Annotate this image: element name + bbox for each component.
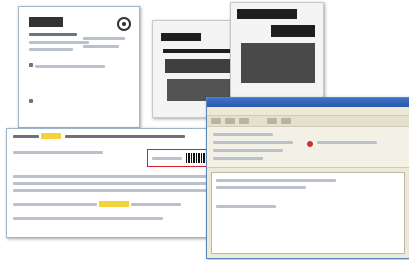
paragraph-line [13,182,233,185]
form-document-window[interactable] [18,6,140,128]
highlighted-term [41,133,61,139]
menu-bar[interactable] [207,107,409,204]
toolbar-button[interactable] [281,118,291,124]
body-line [216,179,336,182]
bullet-mark [29,63,33,67]
body-line [216,186,306,189]
scan-text-block [241,43,315,83]
flag-icon [307,141,313,147]
header-line [213,149,283,152]
heading-text [65,135,185,138]
paragraph-line [13,151,103,154]
document-logo [29,17,63,27]
form-field-value [83,37,125,40]
header-line [213,133,273,136]
form-field-label [29,33,77,36]
toolbar-button[interactable] [211,118,221,124]
email-client-window[interactable] [206,97,409,259]
scan-text-block [163,49,233,53]
message-headers [207,127,409,168]
paragraph-line [13,217,163,220]
form-field-label [29,48,73,51]
highlighted-term [99,201,129,207]
scan-text-block [237,9,297,19]
heading-text [13,135,39,138]
seal-icon [117,17,131,31]
window-titlebar[interactable] [207,98,409,107]
body-line [216,205,276,208]
scan-text-block [161,33,201,41]
paragraph-line [13,203,97,206]
paragraph-line [131,203,181,206]
toolbar-button[interactable] [267,118,277,124]
form-field-label [35,65,105,68]
header-line [213,157,263,160]
header-line [317,141,377,144]
paragraph-line [13,189,213,192]
message-body[interactable] [211,172,405,254]
barcode-label-line [152,157,182,160]
toolbar-button[interactable] [239,118,249,124]
form-field-value [83,45,119,48]
toolbar [207,116,409,127]
form-field-label [29,41,89,44]
scan-text-block [271,25,315,37]
toolbar-button[interactable] [225,118,235,124]
header-line [213,141,293,144]
bullet-mark [29,99,33,103]
